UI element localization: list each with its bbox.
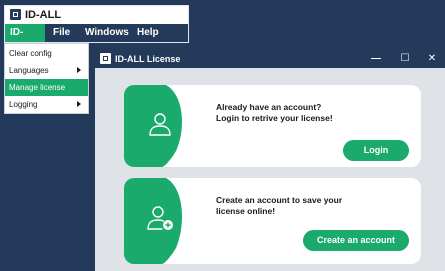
user-icon	[149, 113, 171, 136]
menu-item-clear-config[interactable]: Clear config	[5, 45, 88, 62]
close-icon[interactable]: ✕	[423, 50, 441, 68]
app-icon	[100, 53, 111, 64]
submenu-arrow-icon	[77, 101, 81, 107]
create-account-message-line2: license online!	[216, 206, 276, 216]
app-icon	[10, 9, 21, 20]
menu-item-label: Manage license	[9, 83, 66, 92]
create-account-message-line1: Create an account to save your	[216, 195, 343, 205]
menu-item-languages[interactable]: Languages	[5, 62, 88, 79]
menu-id-all[interactable]: ID-ALL	[5, 24, 45, 56]
menu-item-logging[interactable]: Logging	[5, 96, 88, 113]
id-all-dropdown-menu: Clear config Languages Manage license Lo…	[4, 43, 89, 114]
minimize-icon[interactable]: —	[367, 50, 385, 68]
main-window-title: ID-ALL	[25, 9, 62, 21]
menu-help[interactable]: Help	[132, 24, 164, 42]
menu-item-label: Clear config	[9, 49, 52, 58]
menu-item-label: Logging	[9, 100, 38, 109]
create-account-message: Create an account to save your license o…	[216, 195, 342, 217]
add-user-icon	[147, 206, 173, 230]
login-card: Already have an account? Login to retriv…	[124, 85, 421, 167]
menu-bar: ID-ALL File Windows Help	[5, 24, 188, 56]
menu-file[interactable]: File	[48, 24, 75, 42]
create-account-card: Create an account to save your license o…	[124, 178, 421, 264]
license-window-title: ID-ALL License	[115, 54, 181, 64]
login-message-line1: Already have an account?	[216, 102, 322, 112]
license-window: ID-ALL License — ☐ ✕ Already have an acc…	[95, 50, 445, 271]
main-titlebar[interactable]: ID-ALL	[5, 6, 188, 24]
menu-item-label: Languages	[9, 66, 49, 75]
submenu-arrow-icon	[77, 67, 81, 73]
menu-item-manage-license[interactable]: Manage license	[5, 79, 88, 96]
create-account-button[interactable]: Create an account	[303, 230, 409, 251]
login-button[interactable]: Login	[343, 140, 409, 161]
login-message: Already have an account? Login to retriv…	[216, 102, 333, 124]
main-window: ID-ALL ID-ALL File Windows Help	[4, 5, 189, 56]
menu-windows[interactable]: Windows	[80, 24, 134, 42]
license-titlebar[interactable]: ID-ALL License — ☐ ✕	[95, 50, 445, 68]
login-message-line2: Login to retrive your license!	[216, 113, 333, 123]
maximize-icon[interactable]: ☐	[396, 50, 414, 68]
